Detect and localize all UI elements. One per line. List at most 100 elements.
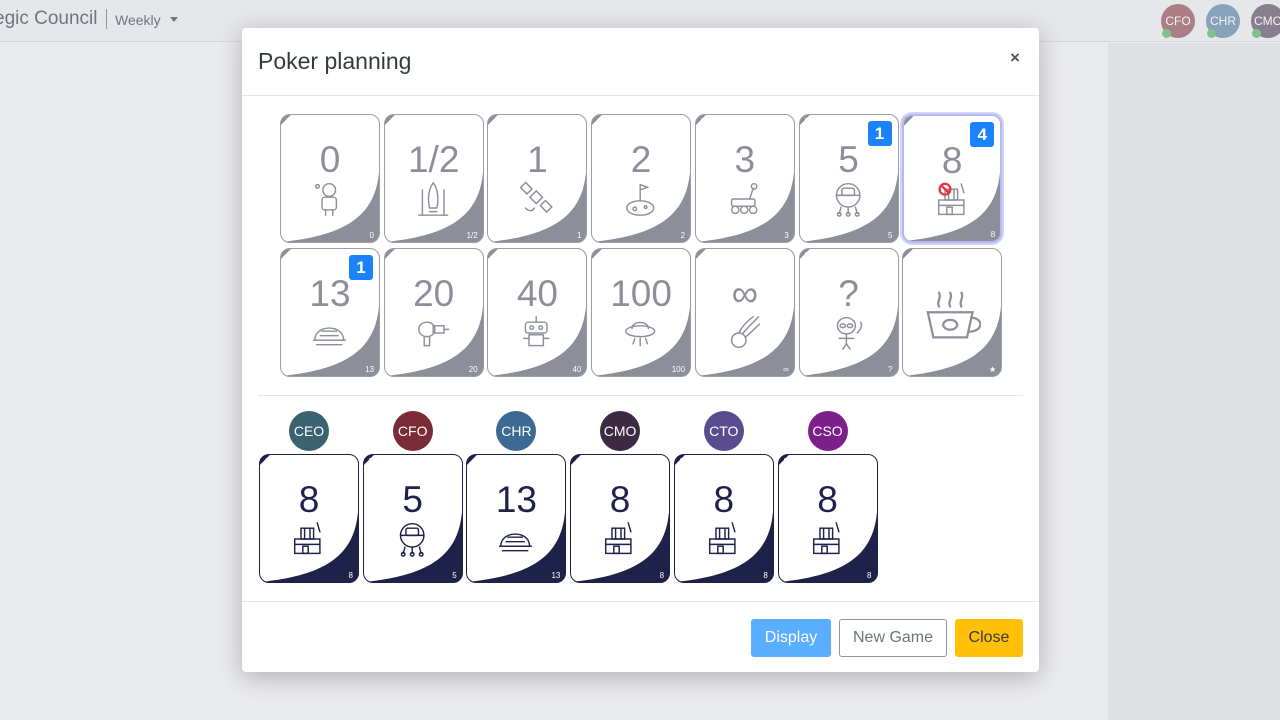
card-corner-label: 2 (680, 231, 686, 240)
planning-card[interactable]: 5 5 5 (362, 454, 463, 583)
close-button[interactable]: Close (955, 619, 1023, 657)
card-corner-label: 1 (576, 231, 582, 240)
card-value: 20 (413, 273, 455, 314)
moon-flag-icon (624, 179, 660, 219)
online-status-icon (1162, 29, 1171, 38)
planning-card[interactable]: 8 8 8 (259, 454, 359, 583)
card-value: 100 (610, 273, 672, 314)
avatar-cmo[interactable]: CMO (1251, 4, 1280, 38)
card-value: 2 (630, 139, 652, 180)
card-corner-label: 13 (365, 365, 374, 374)
card-corner-label: ? (804, 251, 809, 260)
voter-avatar-ceo: CEO (289, 411, 329, 451)
card-corner-label: 8 (990, 230, 996, 239)
card-value: ∞ (731, 273, 758, 314)
avatar-cfo[interactable]: CFO (1161, 4, 1195, 38)
ufo-icon (624, 313, 660, 353)
voter-avatar-cmo: CMO (600, 411, 641, 451)
planning-card[interactable]: 20 20 20 (383, 248, 484, 377)
planning-card[interactable]: 100 100 100 (591, 248, 692, 377)
coffee-cup-icon (925, 287, 982, 343)
space-station-icon (292, 519, 328, 559)
planning-card[interactable]: 8 8 8 (673, 454, 774, 583)
space-station-icon (707, 519, 743, 559)
comet-icon (728, 313, 764, 353)
planning-card[interactable]: 13 13 13 1 (280, 248, 380, 377)
card-corner-label: 5 (452, 571, 457, 580)
planning-card[interactable]: 8 8 8 (777, 454, 878, 583)
display-button[interactable]: Display (751, 619, 831, 657)
online-status-icon (1252, 29, 1261, 38)
card-corner-label: 13 (551, 571, 561, 580)
avatar-chr[interactable]: CHR (1206, 4, 1240, 38)
space-capsule-icon (832, 179, 868, 219)
card-value: ? (838, 273, 859, 314)
planning-card[interactable]: 8884 (902, 114, 1003, 243)
section-divider (258, 395, 1023, 396)
planning-card[interactable]: 1 1 1 (487, 114, 588, 243)
card-value: 1 (527, 139, 548, 180)
card-corner-label: 1/2 (466, 231, 478, 240)
card-corner-label: 5 (888, 231, 893, 240)
new-game-button[interactable]: New Game (839, 619, 947, 657)
modal-footer: Display New Game Close (242, 601, 1039, 672)
vote-count-badge: 1 (867, 121, 892, 146)
card-corner-label: 100 (597, 251, 611, 260)
moon-base-dome-icon (312, 313, 349, 353)
space-station-icon (936, 180, 972, 220)
title-separator (106, 9, 107, 29)
card-corner-label: 8 (659, 571, 665, 580)
planning-card[interactable]: 5551 (798, 114, 899, 243)
card-corner-label: 8 (783, 457, 788, 466)
card-corner-label: 8 (576, 457, 581, 466)
no-entry-icon (938, 182, 952, 196)
card-corner-label: 8 (763, 571, 768, 580)
card-value: 8 (713, 479, 735, 520)
planning-card[interactable]: 8 8 8 (570, 454, 671, 583)
planning-card[interactable]: 3 3 3 (694, 114, 795, 243)
chevron-down-icon[interactable] (170, 17, 178, 22)
voter-avatar-chr: CHR (496, 411, 537, 451)
planning-card[interactable]: 40 40 40 (487, 248, 588, 377)
vote-count-badge: 1 (349, 255, 373, 280)
card-corner-label: 8 (265, 457, 270, 466)
online-status-icon (1207, 29, 1216, 38)
satellite-icon (519, 179, 556, 219)
alien-icon (832, 313, 868, 353)
planning-card[interactable]: 1/2 1/2 1/2 (383, 114, 484, 243)
card-corner-label: 2 (597, 117, 602, 126)
card-corner-label: 40 (493, 251, 503, 260)
vote-count-badge: 4 (970, 122, 995, 147)
card-corner-label: 13 (286, 251, 295, 260)
card-value: 0 (319, 139, 341, 180)
period-selector[interactable]: Weekly (115, 12, 161, 28)
planning-card[interactable]: 0 0 0 (280, 114, 380, 243)
card-corner-label: 1 (493, 117, 498, 126)
card-corner-label: 5 (804, 117, 809, 126)
card-value: 8 (817, 479, 838, 520)
voter-avatar-cso: CSO (807, 411, 848, 451)
rocket-launch-icon (417, 179, 453, 219)
planning-card[interactable]: ∞ ∞ ∞ (694, 248, 795, 377)
voter-avatar-cfo: CFO (392, 411, 433, 451)
planning-card[interactable]: ??? (798, 248, 899, 377)
right-panel (1108, 43, 1280, 720)
avatar-label: CMO (1254, 14, 1280, 28)
space-station-icon (603, 519, 639, 559)
ray-gun-icon (417, 313, 453, 353)
card-value: 8 (609, 479, 631, 520)
close-icon[interactable]: × (1010, 48, 1020, 68)
poker-planning-modal: Poker planning × 0 0 0 1/2 1/2 1/2 1 1 1 2 2 2 3 3 3 5 5… (242, 28, 1039, 672)
card-corner-label: 3 (700, 117, 706, 126)
modal-title: Poker planning (258, 48, 412, 74)
card-corner-label: ★ (908, 251, 916, 260)
card-corner-label: ∞ (700, 251, 707, 260)
planning-card[interactable]: 2 2 2 (591, 114, 692, 243)
card-value: 13 (495, 479, 537, 520)
card-corner-label: 8 (348, 571, 353, 580)
card-corner-label: 13 (472, 457, 482, 466)
card-corner-label: 1/2 (389, 117, 401, 126)
planning-card[interactable]: ★ ★ (902, 248, 1003, 377)
card-value: 8 (298, 479, 320, 520)
planning-card[interactable]: 13 13 13 (466, 454, 567, 583)
